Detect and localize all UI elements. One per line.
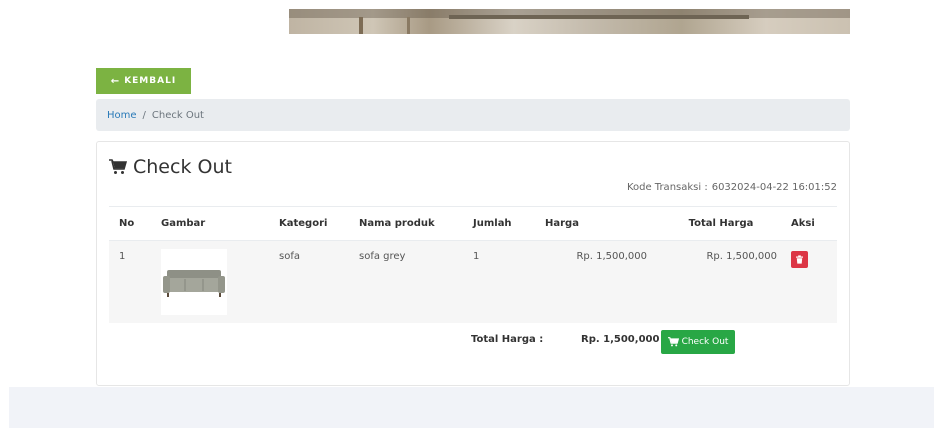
header-no: No bbox=[109, 206, 151, 241]
sofa-image bbox=[161, 249, 227, 315]
total-label: Total Harga : bbox=[471, 334, 544, 345]
transaction-code: Kode Transaksi :6032024-04-22 16:01:52 bbox=[627, 182, 837, 193]
header-aksi: Aksi bbox=[781, 206, 837, 241]
table-row: 1 sofa sofa grey 1 Rp. 1,500,000 Rp. 1,5… bbox=[109, 240, 837, 323]
arrow-left-icon: ← bbox=[110, 75, 121, 87]
checkout-table: No Gambar Kategori Nama produk Jumlah Ha… bbox=[109, 206, 837, 323]
transaction-code-value: 6032024-04-22 16:01:52 bbox=[711, 182, 837, 193]
trash-icon bbox=[796, 255, 803, 264]
shopping-cart-icon bbox=[667, 337, 679, 347]
breadcrumb-home-link[interactable]: Home bbox=[107, 110, 137, 121]
header-gambar: Gambar bbox=[151, 206, 269, 241]
delete-button[interactable] bbox=[791, 251, 808, 268]
cell-aksi bbox=[781, 241, 837, 323]
checkout-button[interactable]: Check Out bbox=[661, 330, 735, 354]
table-header-row: No Gambar Kategori Nama produk Jumlah Ha… bbox=[109, 206, 837, 241]
back-button[interactable]: ← KEMBALI bbox=[96, 68, 191, 94]
cell-kategori: sofa bbox=[279, 251, 300, 262]
header-jumlah: Jumlah bbox=[463, 206, 535, 241]
header-total-harga: Total Harga bbox=[651, 206, 781, 241]
page-title-text: Check Out bbox=[133, 156, 232, 178]
cell-jumlah: 1 bbox=[473, 251, 480, 262]
page: ← KEMBALI Home / Check Out Check Out Kod… bbox=[0, 0, 934, 428]
transaction-code-label: Kode Transaksi : bbox=[626, 182, 708, 193]
checkout-button-label: Check Out bbox=[681, 337, 729, 347]
footer-band bbox=[9, 387, 934, 428]
header-nama-produk: Nama produk bbox=[349, 206, 463, 241]
hero-banner-image bbox=[289, 9, 850, 34]
cell-harga: Rp. 1,500,000 bbox=[576, 251, 647, 262]
cell-gambar bbox=[151, 241, 269, 323]
cell-no: 1 bbox=[119, 251, 126, 262]
breadcrumb-separator: / bbox=[142, 109, 146, 121]
breadcrumb: Home / Check Out bbox=[96, 99, 850, 131]
shopping-cart-icon bbox=[109, 159, 127, 174]
page-title: Check Out bbox=[109, 156, 232, 178]
checkout-card: Check Out Kode Transaksi :6032024-04-22 … bbox=[96, 141, 850, 386]
breadcrumb-current: Check Out bbox=[151, 109, 204, 121]
header-harga: Harga bbox=[535, 206, 651, 241]
cell-nama-produk: sofa grey bbox=[359, 251, 406, 262]
total-row: Total Harga : Rp. 1,500,000 Check Out bbox=[109, 324, 837, 364]
total-value: Rp. 1,500,000 bbox=[581, 334, 660, 345]
cell-total-harga: Rp. 1,500,000 bbox=[706, 251, 777, 262]
header-kategori: Kategori bbox=[269, 206, 349, 241]
back-button-label: KEMBALI bbox=[124, 76, 177, 86]
